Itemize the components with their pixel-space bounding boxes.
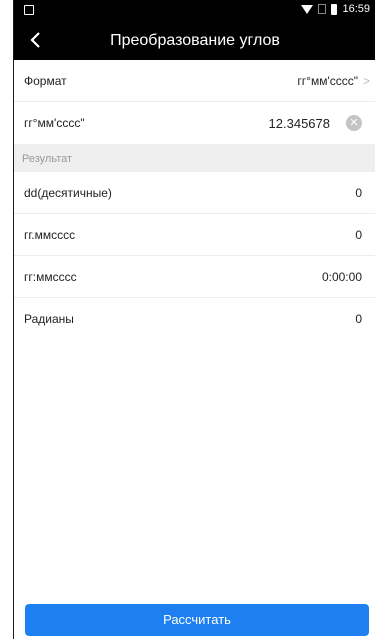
format-selector[interactable]: Формат гг°мм'сссс" > (14, 60, 375, 102)
page-title: Преобразование углов (110, 32, 280, 49)
result-row-colon: гг:ммсссс 0:00:00 (14, 256, 375, 298)
app-screen: 16:59 Преобразование углов Формат гг°мм'… (13, 0, 375, 639)
result-label: Радианы (24, 312, 74, 326)
result-value: 0:00:00 (321, 270, 362, 284)
format-value: гг°мм'сссс" (297, 74, 358, 88)
clear-icon[interactable]: ✕ (346, 115, 362, 131)
app-bar: Преобразование углов (14, 20, 375, 60)
result-row-decimal: dd(десятичные) 0 (14, 172, 375, 214)
result-label: гг.ммсссс (24, 228, 76, 242)
format-label: Формат (24, 74, 67, 88)
result-section-header: Результат (14, 145, 375, 172)
angle-input-row: гг°мм'сссс" 12.345678 ✕ (14, 102, 375, 145)
chevron-right-icon: > (362, 74, 370, 88)
result-section-title: Результат (22, 153, 73, 165)
battery-icon (331, 3, 338, 15)
notification-icon (24, 5, 34, 15)
calculate-button[interactable]: Рассчитать (25, 604, 369, 636)
result-row-radians: Радианы 0 (14, 298, 375, 340)
angle-input-label: гг°мм'сссс" (24, 116, 85, 130)
wifi-icon (301, 4, 314, 14)
status-bar: 16:59 (14, 0, 375, 20)
status-icons: 16:59 (301, 3, 370, 15)
result-label: dd(десятичные) (24, 186, 112, 200)
result-value: 0 (355, 228, 362, 242)
angle-input-field[interactable]: 12.345678 (269, 116, 330, 131)
result-label: гг:ммсссс (24, 270, 77, 284)
result-value: 0 (355, 312, 362, 326)
result-row-dot: гг.ммсссс 0 (14, 214, 375, 256)
sim-icon (318, 4, 327, 14)
status-time: 16:59 (342, 3, 370, 15)
result-value: 0 (355, 186, 362, 200)
